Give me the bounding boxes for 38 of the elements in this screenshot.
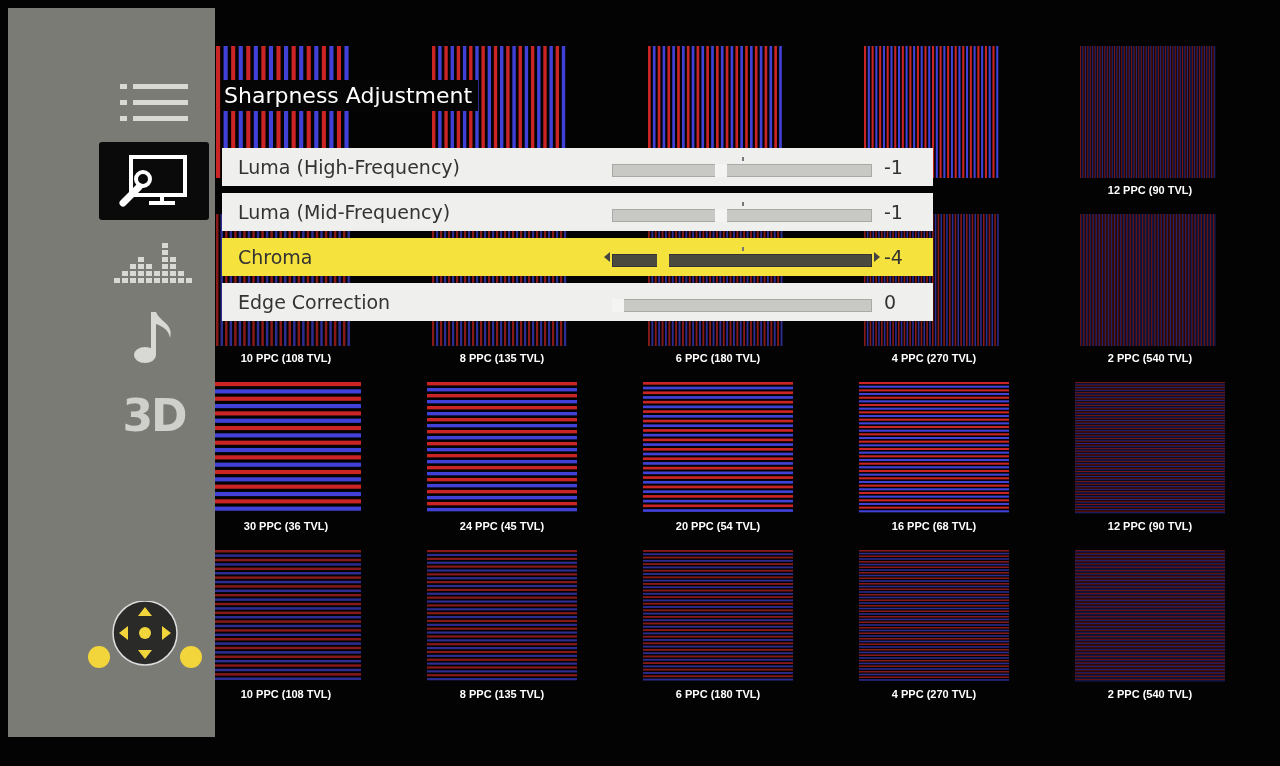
pattern-label: 6 PPC (180 TVL) (675, 352, 761, 366)
pattern-label: 2 PPC (540 TVL) (1107, 352, 1193, 366)
menu-row[interactable]: Chroma -4 (222, 238, 933, 276)
setting-label: Edge Correction (238, 291, 392, 313)
setting-label: Luma (High-Frequency) (238, 156, 461, 178)
right-arrow-icon (874, 252, 880, 262)
menu-icon[interactable] (120, 84, 188, 122)
menu-row[interactable]: Luma (High-Frequency) -1 (222, 148, 933, 186)
menu-row[interactable]: Luma (Mid-Frequency) -1 (222, 193, 933, 231)
setting-value: -4 (884, 246, 903, 268)
pattern-label: 8 PPC (135 TVL) (459, 352, 545, 366)
setting-value: -1 (884, 201, 903, 223)
slider[interactable] (612, 157, 872, 177)
slider[interactable] (612, 247, 872, 267)
pattern-label: 10 PPC (108 TVL) (240, 352, 332, 366)
pattern-label: 4 PPC (270 TVL) (891, 688, 977, 702)
pattern-label: 10 PPC (108 TVL) (240, 688, 332, 702)
left-arrow-icon (604, 252, 610, 262)
pattern-label: 30 PPC (36 TVL) (243, 520, 329, 534)
menu-row[interactable]: Edge Correction 0 (222, 283, 933, 321)
music-note-icon[interactable] (134, 310, 174, 364)
setting-label: Luma (Mid-Frequency) (238, 201, 452, 223)
setting-value: -1 (884, 156, 903, 178)
tv-wrench-icon[interactable] (119, 153, 189, 209)
dpad-icon (85, 601, 205, 671)
setting-label: Chroma (238, 246, 314, 268)
pattern-label: 24 PPC (45 TVL) (459, 520, 545, 534)
pattern-label: 16 PPC (68 TVL) (891, 520, 977, 534)
pattern-label: 12 PPC (90 TVL) (1107, 520, 1193, 534)
setting-value: 0 (884, 291, 897, 313)
pattern-label: 4 PPC (270 TVL) (891, 352, 977, 366)
pattern-label: 6 PPC (180 TVL) (675, 688, 761, 702)
menu-title: Sharpness Adjustment (222, 80, 479, 111)
slider[interactable] (612, 202, 872, 222)
pattern-label: 8 PPC (135 TVL) (459, 688, 545, 702)
pattern-label: 12 PPC (90 TVL) (1107, 184, 1193, 198)
pattern-label: 2 PPC (540 TVL) (1107, 688, 1193, 702)
pattern-label: 20 PPC (54 TVL) (675, 520, 761, 534)
